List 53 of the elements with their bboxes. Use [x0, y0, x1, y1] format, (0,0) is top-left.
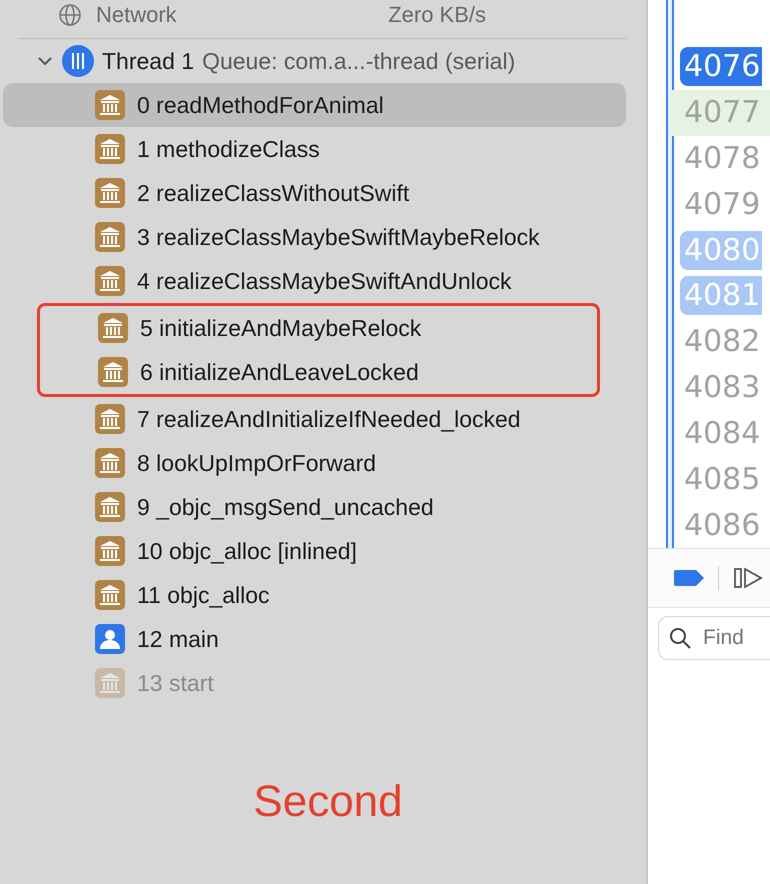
columns-building-icon — [95, 580, 125, 610]
search-icon — [668, 626, 692, 650]
columns-building-icon — [95, 536, 125, 566]
find-field[interactable]: Find — [658, 616, 770, 660]
frame-label: 13 start — [137, 670, 214, 696]
stack-frame-row[interactable]: 3 realizeClassMaybeSwiftMaybeRelock — [3, 215, 626, 259]
frame-label: 8 lookUpImpOrForward — [137, 450, 376, 476]
continue-icon[interactable] — [733, 567, 763, 589]
columns-building-icon — [98, 357, 128, 387]
person-icon — [95, 624, 125, 654]
network-rate: Zero KB/s — [388, 2, 486, 28]
columns-building-icon — [95, 134, 125, 164]
stack-frame-row[interactable]: 1 methodizeClass — [3, 127, 626, 171]
columns-building-icon — [95, 404, 125, 434]
stack-frame-row[interactable]: 0 readMethodForAnimal — [3, 83, 626, 127]
frame-label: 6 initializeAndLeaveLocked — [140, 358, 419, 386]
queue-label: Queue: com.a...-thread (serial) — [202, 48, 516, 74]
columns-building-icon — [95, 492, 125, 522]
globe-icon — [58, 3, 82, 27]
frame-label: 9 _objc_msgSend_uncached — [137, 494, 434, 520]
stack-frame-row[interactable]: 8 lookUpImpOrForward — [3, 441, 626, 485]
network-label: Network — [96, 2, 177, 28]
frame-label: 10 objc_alloc [inlined] — [137, 538, 357, 564]
columns-building-icon — [98, 313, 128, 343]
frame-label: 0 readMethodForAnimal — [137, 92, 384, 118]
frame-label: 11 objc_alloc — [137, 582, 270, 608]
columns-building-icon — [95, 178, 125, 208]
columns-building-icon — [95, 90, 125, 120]
stack-frame-row[interactable]: 2 realizeClassWithoutSwift — [3, 171, 626, 215]
line-number[interactable]: 4076 — [680, 47, 762, 86]
stack-frame-row[interactable]: 12 main — [3, 617, 626, 661]
breakpoint-icon[interactable] — [674, 570, 704, 586]
frame-label: 12 main — [137, 626, 219, 652]
stack-frame-row[interactable]: 9 _objc_msgSend_uncached — [3, 485, 626, 529]
stack-frame-row[interactable]: 5 initializeAndMaybeRelock — [6, 306, 603, 350]
frame-label: 2 realizeClassWithoutSwift — [137, 180, 410, 206]
frame-label: 7 realizeAndInitializeIfNeeded_locked — [137, 406, 521, 432]
frame-label: 4 realizeClassMaybeSwiftAndUnlock — [137, 268, 512, 294]
thread-icon — [62, 45, 94, 77]
frame-label: 3 realizeClassMaybeSwiftMaybeRelock — [137, 224, 540, 250]
thread-name: Thread 1 — [102, 48, 194, 74]
stack-frame-row[interactable]: 10 objc_alloc [inlined] — [3, 529, 626, 573]
columns-building-icon — [95, 668, 125, 698]
stack-frame-row[interactable]: 11 objc_alloc — [3, 573, 626, 617]
stack-frame-row[interactable]: 7 realizeAndInitializeIfNeeded_locked — [3, 397, 626, 441]
stack-frame-row[interactable]: 4 realizeClassMaybeSwiftAndUnlock — [3, 259, 626, 303]
frame-label: 1 methodizeClass — [137, 136, 320, 162]
frame-label: 5 initializeAndMaybeRelock — [140, 314, 422, 342]
annotation-text: Second — [252, 777, 404, 827]
stack-frame-row[interactable]: 6 initializeAndLeaveLocked — [6, 350, 603, 394]
columns-building-icon — [95, 448, 125, 478]
columns-building-icon — [95, 222, 125, 252]
columns-building-icon — [95, 266, 125, 296]
